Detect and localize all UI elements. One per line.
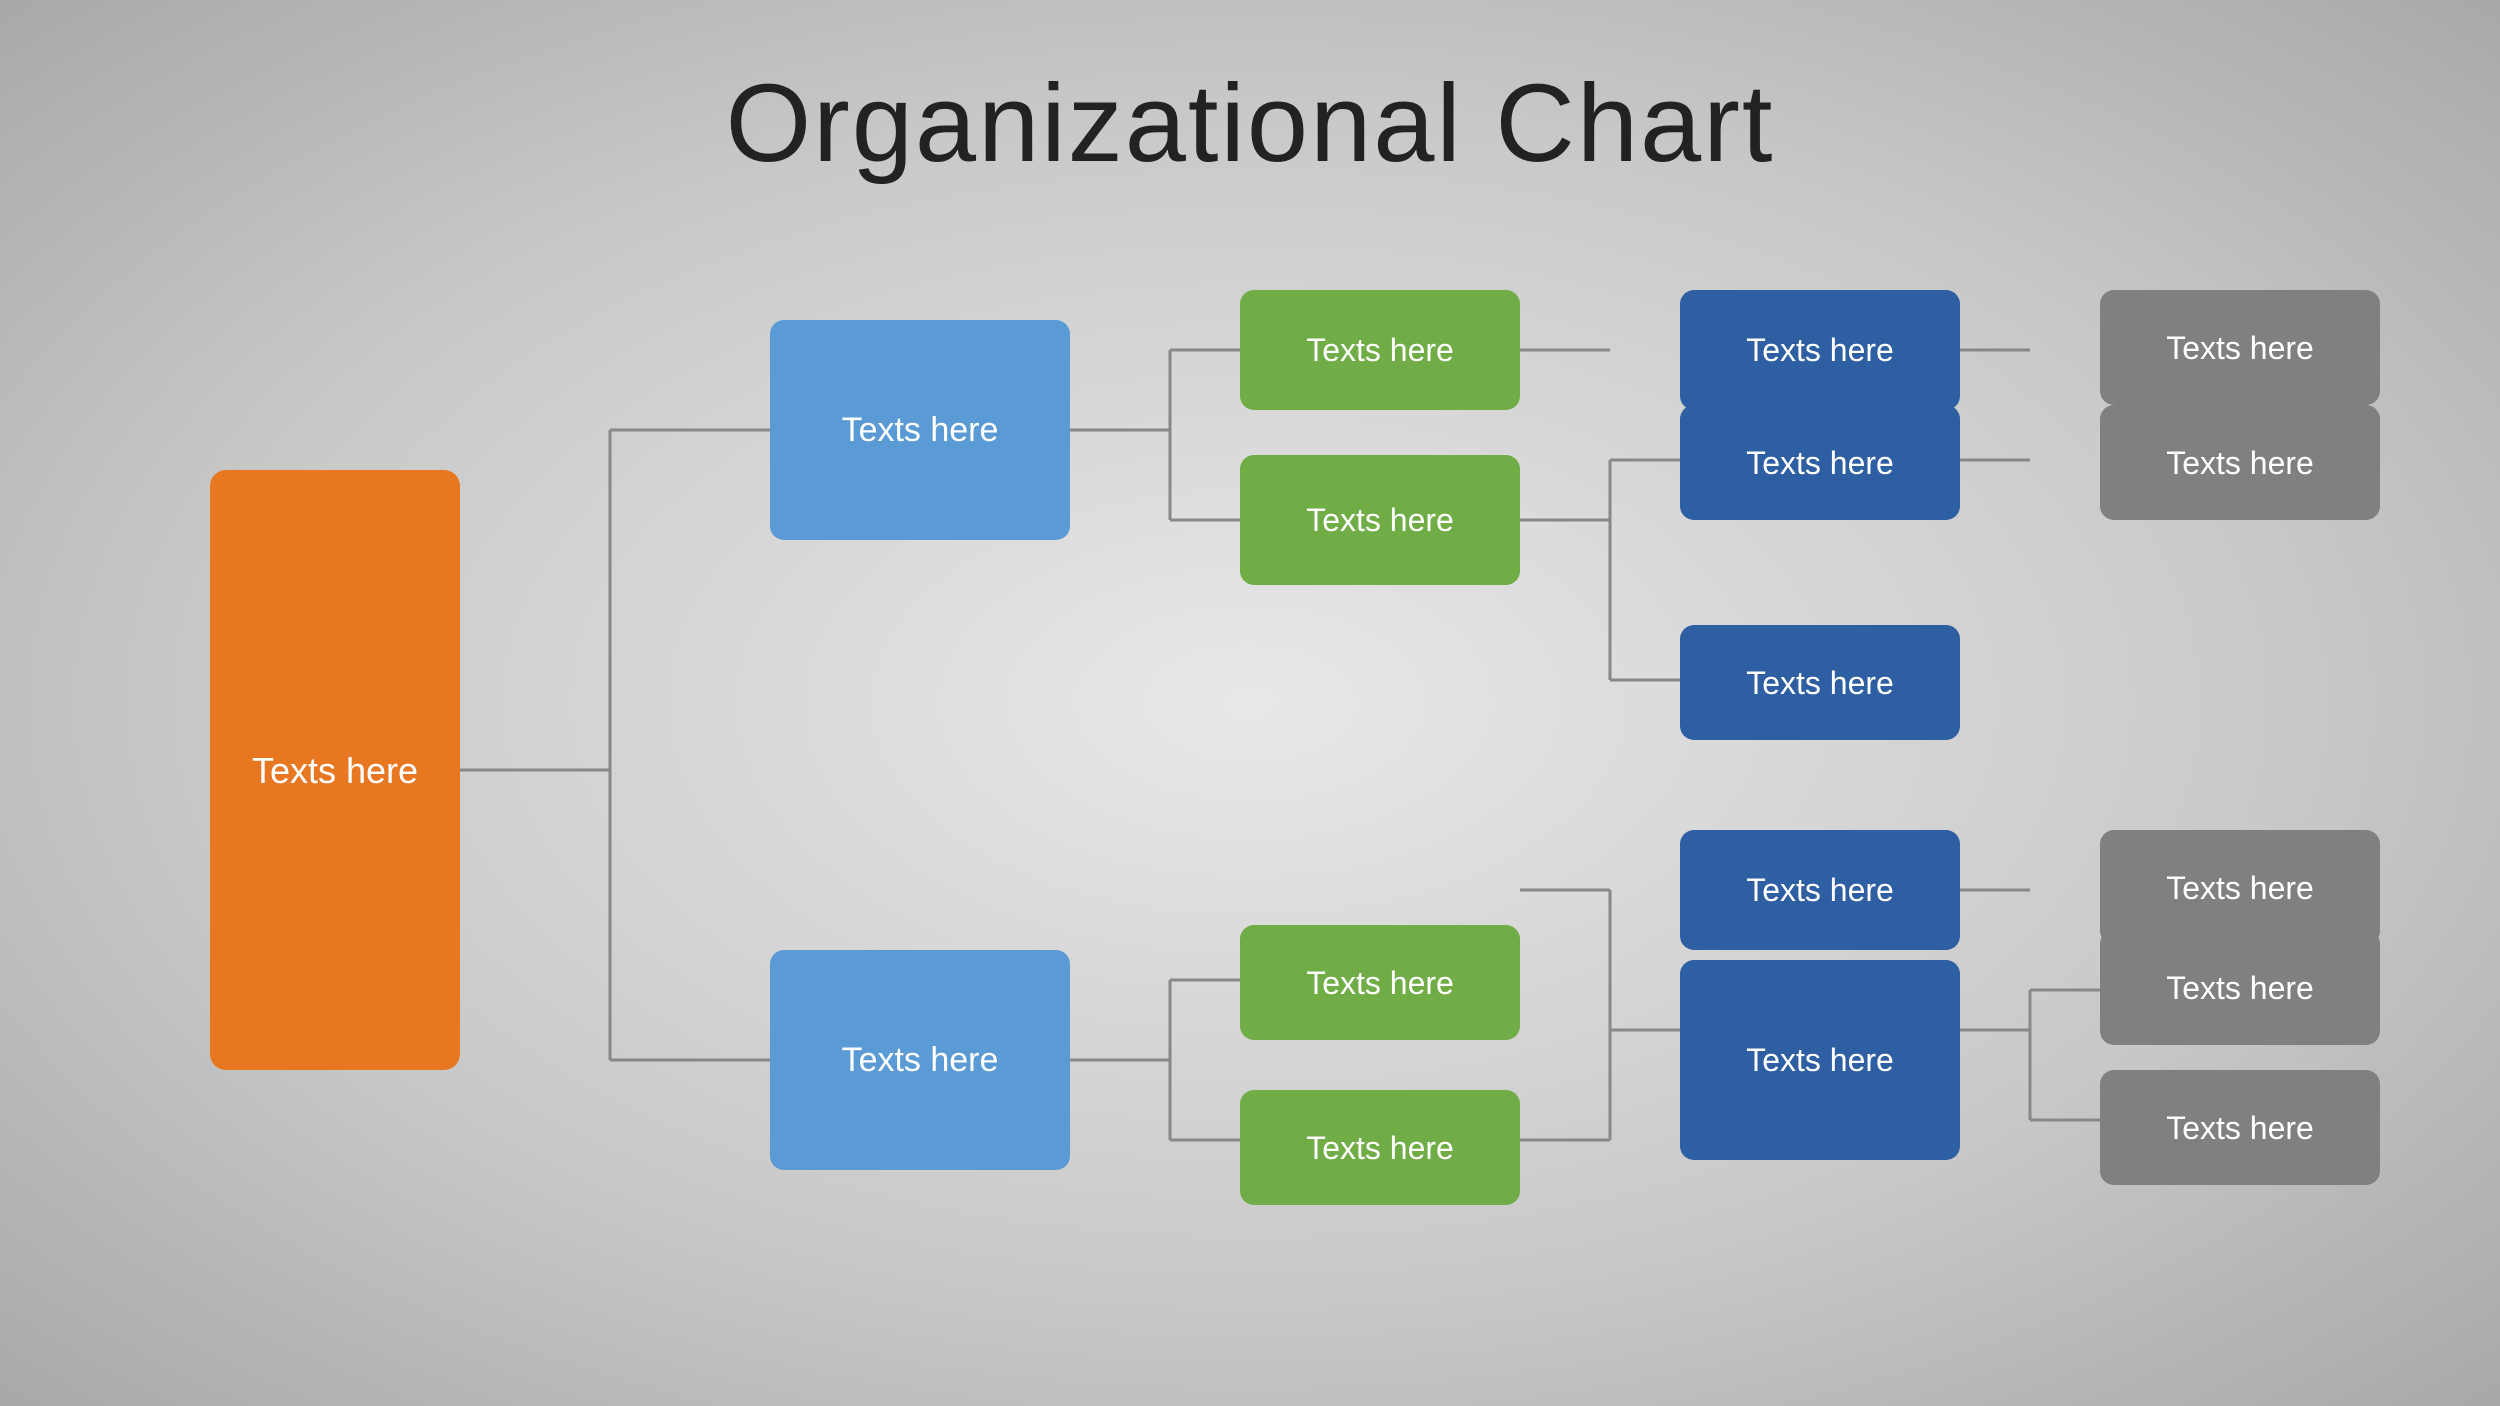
node-d3[interactable]: Texts here bbox=[1680, 625, 1960, 740]
node-d5[interactable]: Texts here bbox=[1680, 960, 1960, 1160]
node-e2[interactable]: Texts here bbox=[2100, 405, 2380, 520]
node-b2[interactable]: Texts here bbox=[770, 950, 1070, 1170]
node-e3[interactable]: Texts here bbox=[2100, 830, 2380, 945]
node-d2[interactable]: Texts here bbox=[1680, 405, 1960, 520]
node-root[interactable]: Texts here bbox=[210, 470, 460, 1070]
node-d4[interactable]: Texts here bbox=[1680, 830, 1960, 950]
node-b1[interactable]: Texts here bbox=[770, 320, 1070, 540]
node-g4[interactable]: Texts here bbox=[1240, 1090, 1520, 1205]
node-d1[interactable]: Texts here bbox=[1680, 290, 1960, 410]
chart-area: Texts here Texts here Texts here Texts h… bbox=[150, 230, 2350, 1346]
node-e4[interactable]: Texts here bbox=[2100, 930, 2380, 1045]
node-g3[interactable]: Texts here bbox=[1240, 925, 1520, 1040]
node-g1[interactable]: Texts here bbox=[1240, 290, 1520, 410]
page-title: Organizational Chart bbox=[0, 0, 2500, 187]
node-e5[interactable]: Texts here bbox=[2100, 1070, 2380, 1185]
node-e1[interactable]: Texts here bbox=[2100, 290, 2380, 405]
node-g2[interactable]: Texts here bbox=[1240, 455, 1520, 585]
